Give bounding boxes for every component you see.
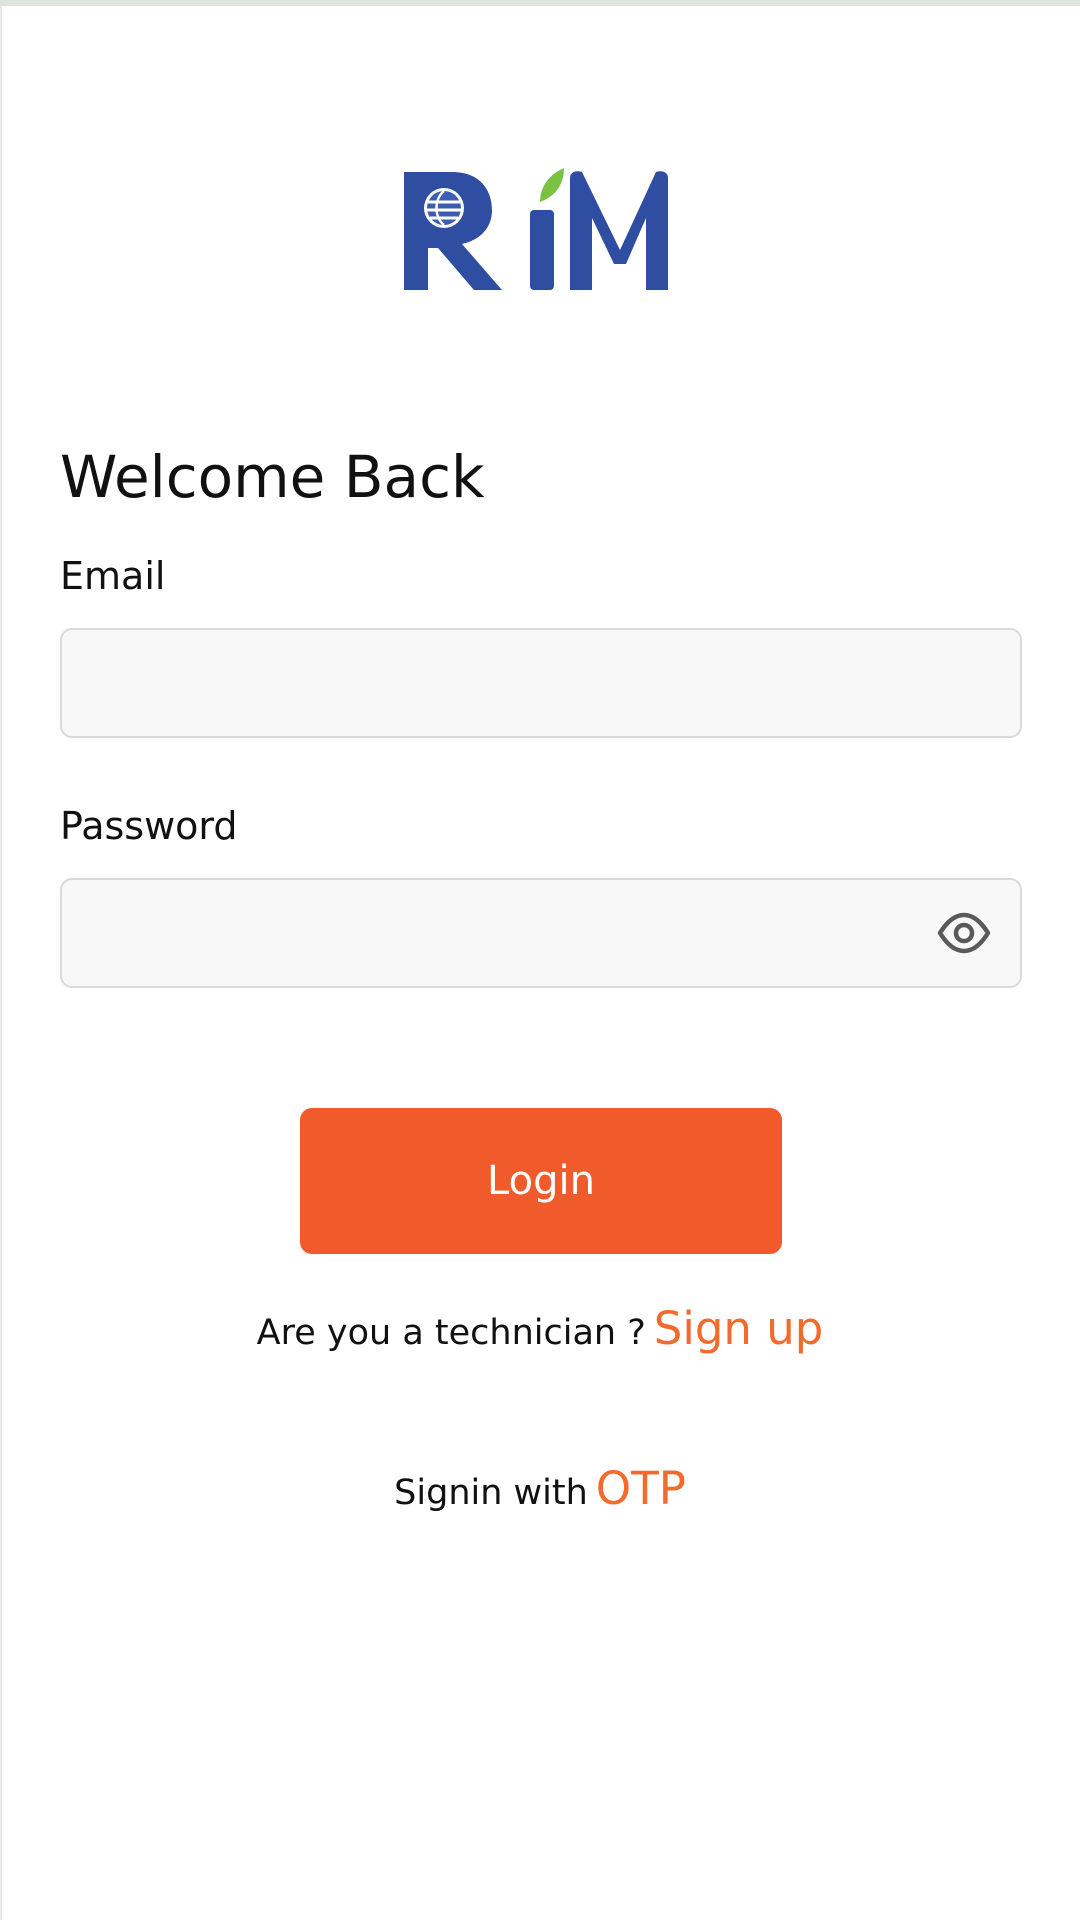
top-strip [0, 0, 1080, 6]
eye-icon[interactable] [936, 905, 992, 961]
email-field-container [60, 628, 1022, 738]
signup-prompt-text: Are you a technician ? [256, 1313, 646, 1353]
otp-prompt: Signin with OTP [0, 1462, 1080, 1515]
login-button[interactable]: Login [300, 1108, 782, 1254]
otp-prompt-text: Signin with [394, 1473, 588, 1513]
password-label: Password [60, 804, 238, 848]
password-field[interactable] [62, 880, 1020, 986]
signup-link[interactable]: Sign up [654, 1302, 824, 1355]
signup-prompt: Are you a technician ? Sign up [0, 1302, 1080, 1355]
email-field[interactable] [62, 630, 1020, 736]
left-edge [0, 6, 2, 1920]
password-field-container [60, 878, 1022, 988]
otp-link[interactable]: OTP [596, 1462, 686, 1515]
rim-logo [404, 168, 668, 290]
email-label: Email [60, 554, 166, 598]
page-title: Welcome Back [60, 443, 485, 511]
